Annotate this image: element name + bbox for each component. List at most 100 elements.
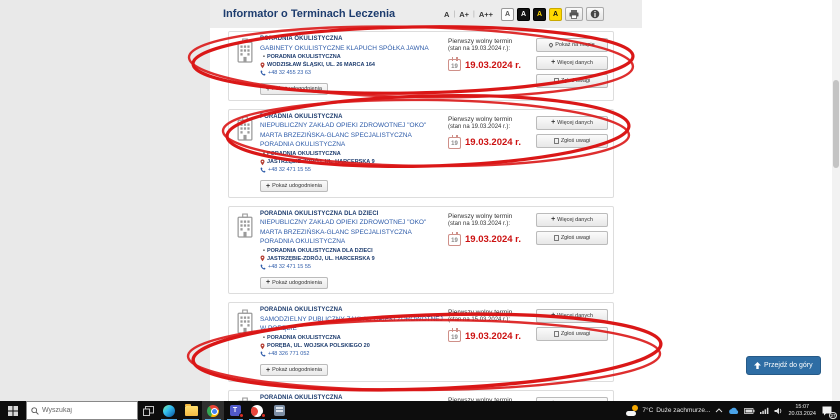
taskbar-app-teams[interactable]: T bbox=[224, 401, 246, 420]
plus-icon: + bbox=[266, 279, 271, 287]
card-phone[interactable]: +48 32 471 15 55 bbox=[260, 264, 444, 270]
show-amenities-button[interactable]: + Pokaż udogodnienia bbox=[260, 180, 328, 193]
taskbar-app-edge[interactable] bbox=[158, 401, 180, 420]
taskbar-app-chrome[interactable] bbox=[202, 401, 224, 420]
back-to-top-button[interactable]: Przejdź do góry bbox=[746, 356, 821, 375]
info-button[interactable] bbox=[586, 7, 605, 21]
calendar-day: 19 bbox=[451, 334, 458, 341]
scrollbar-thumb[interactable] bbox=[833, 80, 839, 168]
clinic-card: PORADNIA OKULISTYCZNA DLA DZIECI NIEPUBL… bbox=[228, 205, 614, 295]
plus-icon: + bbox=[266, 182, 271, 190]
task-view-button[interactable] bbox=[138, 401, 158, 420]
onedrive-tray-icon[interactable] bbox=[728, 407, 739, 415]
card-address-label: PORĘBA, UL. WOJSKA POLSKIEGO 20 bbox=[267, 343, 370, 350]
chrome-icon bbox=[207, 404, 219, 417]
term-status-label: (stan na 15.03.2024 r.): bbox=[448, 317, 511, 324]
card-action-label: Zgłoś uwagi bbox=[560, 137, 591, 144]
separator: | bbox=[473, 10, 475, 18]
system-tray: 7°C Duże zachmurze... 15:07 20.03.2024 2… bbox=[626, 401, 840, 420]
hidden-icons-button[interactable] bbox=[715, 408, 723, 413]
card-action-note-button[interactable]: Zgłoś uwagi bbox=[536, 74, 608, 88]
card-actions: Pokaż na mapie Więcej danych Zgłoś uwagi bbox=[536, 36, 608, 96]
calendar-icon: 19 bbox=[448, 328, 461, 343]
card-category: PORADNIA OKULISTYCZNA bbox=[260, 394, 343, 401]
file-explorer-icon bbox=[184, 403, 198, 416]
volume-tray-icon[interactable] bbox=[774, 407, 783, 415]
map-pin-icon bbox=[548, 42, 555, 48]
card-action-label: Pokaż na mapie bbox=[555, 42, 595, 48]
card-action-note-button[interactable]: Zgłoś uwagi bbox=[536, 230, 608, 245]
facility-name-link[interactable]: NIEPUBLICZNY ZAKŁAD OPIEKI ZDROWOTNEJ "O… bbox=[260, 218, 444, 246]
card-phone[interactable]: +48 32 455 23 63 bbox=[260, 70, 444, 76]
hospital-building-icon bbox=[234, 211, 260, 290]
info-icon bbox=[590, 9, 600, 19]
font-size-larger-button[interactable]: A+ bbox=[459, 10, 469, 19]
first-free-term-label: Pierwszy wolny termin bbox=[448, 115, 513, 123]
browser-scrollbar[interactable] bbox=[832, 0, 840, 401]
show-amenities-button[interactable]: + Pokaż udogodnienia bbox=[260, 276, 328, 289]
facility-name-link[interactable]: NIEPUBLICZNY ZAKŁAD OPIEKI ZDROWOTNEJ "O… bbox=[260, 121, 444, 149]
card-phone[interactable]: +48 32 471 15 55 bbox=[260, 167, 444, 173]
first-free-term-label: Pierwszy wolny termin bbox=[448, 38, 513, 45]
network-tray-icon[interactable] bbox=[760, 407, 769, 414]
font-size-normal-button[interactable]: A bbox=[444, 10, 449, 19]
arrow-up-icon bbox=[754, 362, 761, 369]
print-button[interactable] bbox=[565, 7, 584, 21]
card-action-plus-button[interactable]: Więcej danych bbox=[536, 56, 608, 70]
term-status-label: (stan na 19.03.2024 r.): bbox=[448, 46, 511, 52]
card-address-label: JASTRZĘBIE-ZDRÓJ, UL. HARCERSKA 9 bbox=[267, 255, 375, 262]
card-action-plus-button[interactable]: Więcej danych bbox=[536, 309, 608, 324]
show-amenities-button[interactable]: + Pokaż udogodnienia bbox=[260, 83, 328, 96]
term-date-row: 19 19.03.2024 r. bbox=[448, 328, 536, 343]
network-signal-icon bbox=[760, 407, 769, 414]
plus-icon: + bbox=[266, 85, 271, 93]
battery-tray-icon[interactable] bbox=[744, 407, 755, 414]
term-date-row: 19 19.03.2024 r. bbox=[448, 134, 536, 149]
chevron-up-icon bbox=[716, 408, 723, 413]
note-icon bbox=[553, 137, 559, 144]
contrast-black-white-button[interactable]: A bbox=[517, 7, 531, 21]
contrast-default-button[interactable]: A bbox=[501, 7, 515, 21]
taskbar-search[interactable] bbox=[26, 401, 138, 420]
hospital-building-icon bbox=[234, 114, 260, 193]
card-actions: Więcej danych Zgłoś uwagi bbox=[536, 114, 608, 193]
card-term-info: Pierwszy wolny termin (stan na 19.03.202… bbox=[448, 114, 536, 193]
facility-name-link[interactable]: GABINETY OKULISTYCZNE KLAPUCH SPÓŁKA JAW… bbox=[260, 44, 444, 53]
contrast-yellow-black-button[interactable]: A bbox=[549, 7, 563, 21]
card-address: WODZISŁAW ŚLĄSKI, UL. 26 MARCA 164 bbox=[260, 62, 444, 69]
show-amenities-button[interactable]: + Pokaż udogodnienia bbox=[260, 364, 328, 377]
taskbar-clock[interactable]: 15:07 20.03.2024 bbox=[788, 404, 816, 418]
first-free-term-label: Pierwszy wolny termin bbox=[448, 212, 513, 220]
separator: | bbox=[453, 10, 456, 18]
taskbar-app-file-explorer[interactable] bbox=[180, 401, 202, 420]
edge-icon bbox=[163, 404, 175, 417]
start-button[interactable] bbox=[0, 401, 26, 420]
taskbar-app-red-circle[interactable] bbox=[246, 401, 268, 420]
weather-widget[interactable]: 7°C Duże zachmurze... bbox=[626, 405, 710, 416]
term-status-label: (stan na 19.03.2024 r.): bbox=[448, 123, 511, 130]
card-action-plus-button[interactable]: Więcej danych bbox=[536, 212, 608, 227]
facility-name-link[interactable]: SAMODZIELNY PUBLICZNY ZAKŁAD OPIEKI ZDRO… bbox=[260, 315, 444, 334]
plus-icon bbox=[551, 60, 555, 66]
card-address: JASTRZĘBIE-ZDRÓJ, UL. HARCERSKA 9 bbox=[260, 255, 444, 262]
card-action-note-button[interactable]: Zgłoś uwagi bbox=[536, 133, 608, 148]
notification-badge bbox=[261, 413, 266, 418]
card-category: PORADNIA OKULISTYCZNA bbox=[260, 113, 343, 120]
note-icon bbox=[553, 78, 559, 84]
card-term-info: Pierwszy wolny termin (stan na 19.03.202… bbox=[448, 36, 536, 96]
search-input[interactable] bbox=[42, 407, 128, 414]
card-action-label: Więcej danych bbox=[557, 216, 593, 223]
font-size-largest-button[interactable]: A++ bbox=[479, 10, 493, 19]
weather-icon bbox=[626, 405, 639, 416]
phone-icon bbox=[260, 351, 266, 357]
card-action-plus-button[interactable]: Więcej danych bbox=[536, 115, 608, 130]
taskbar-app-notes[interactable] bbox=[268, 401, 290, 420]
card-phone[interactable]: +48 326 771 052 bbox=[260, 351, 444, 357]
plus-icon bbox=[551, 217, 555, 223]
action-center-button[interactable]: 27 bbox=[821, 404, 837, 419]
accessibility-toolbar: A | A+ | A++ A A A A bbox=[444, 7, 605, 21]
contrast-black-yellow-button[interactable]: A bbox=[533, 7, 547, 21]
first-free-date: 19.03.2024 r. bbox=[465, 59, 521, 71]
card-action-map-pin-button[interactable]: Pokaż na mapie bbox=[536, 38, 608, 52]
card-action-note-button[interactable]: Zgłoś uwagi bbox=[536, 327, 608, 342]
